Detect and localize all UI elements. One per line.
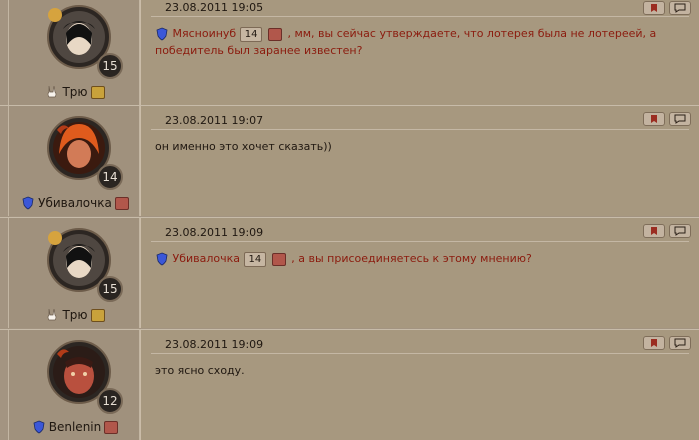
magnifier-icon[interactable] — [267, 27, 282, 41]
message-text: это ясно сходу. — [155, 364, 245, 377]
divider — [151, 16, 689, 17]
avatar[interactable]: 15 — [47, 228, 123, 302]
bookmark-icon — [651, 339, 657, 347]
author-name[interactable]: Убивалочка — [38, 196, 112, 210]
avatar[interactable]: 14 — [47, 116, 123, 190]
message-panel: 23.08.2011 19:09 Убивалочка 14 , а вы пр… — [140, 218, 699, 328]
author-name[interactable]: Benlenin — [49, 420, 101, 434]
author-line: Benlenin — [9, 419, 141, 435]
mentioned-user[interactable]: Убивалочка — [173, 252, 241, 265]
author-name[interactable]: Трю — [62, 308, 87, 322]
post-date: 23.08.2011 19:07 — [165, 114, 264, 127]
rabbit-icon — [45, 308, 59, 322]
post-actions — [643, 1, 691, 15]
bookmark-button[interactable] — [643, 112, 665, 126]
bookmark-icon — [651, 115, 657, 123]
message-panel: 23.08.2011 19:05 Мясноинуб 14 , мм, вы с… — [140, 0, 699, 105]
speech-bubble-icon — [674, 226, 686, 236]
mention-level: 14 — [243, 251, 267, 267]
reply-button[interactable] — [669, 336, 691, 350]
post-date: 23.08.2011 19:05 — [165, 1, 264, 14]
magnifier-icon[interactable] — [271, 252, 286, 266]
divider — [151, 353, 689, 354]
level-badge: 14 — [97, 164, 123, 190]
message-line: , мм, вы сейчас утверждаете, что лотерея… — [287, 27, 657, 40]
author-line: Трю — [9, 84, 141, 100]
mention-level: 14 — [239, 26, 263, 42]
speech-bubble-icon — [674, 3, 686, 13]
level-badge: 15 — [97, 53, 123, 79]
bookmark-button[interactable] — [643, 1, 665, 15]
post-actions — [643, 112, 691, 126]
message-text: он именно это хочет сказать)) — [155, 140, 332, 153]
message-line: , а вы присоединяетесь к этому мнению? — [291, 252, 532, 265]
reply-button[interactable] — [669, 112, 691, 126]
message-text: Убивалочка 14 , а вы присоединяетесь к э… — [155, 250, 687, 267]
speech-bubble-icon — [674, 338, 686, 348]
magnifier-icon[interactable] — [90, 85, 105, 99]
author-line: Убивалочка — [9, 195, 141, 211]
avatar[interactable]: 15 — [47, 5, 123, 79]
shield-icon — [155, 252, 169, 266]
rabbit-icon — [45, 85, 59, 99]
shield-icon — [32, 420, 46, 434]
author-name[interactable]: Трю — [62, 85, 87, 99]
bookmark-icon — [651, 227, 657, 235]
bookmark-button[interactable] — [643, 224, 665, 238]
bookmark-icon — [651, 4, 657, 12]
message-panel: 23.08.2011 19:07 он именно это хочет ска… — [140, 106, 699, 216]
author-panel: 12 Benlenin — [8, 330, 140, 440]
author-panel: 14 Убивалочка — [8, 106, 140, 216]
magnifier-icon[interactable] — [90, 308, 105, 322]
message-text: Мясноинуб 14 , мм, вы сейчас утверждаете… — [155, 25, 687, 59]
speech-bubble-icon — [674, 114, 686, 124]
author-line: Трю — [9, 307, 141, 323]
bookmark-button[interactable] — [643, 336, 665, 350]
avatar[interactable]: 12 — [47, 340, 123, 414]
magnifier-icon[interactable] — [114, 196, 129, 210]
post-actions — [643, 224, 691, 238]
reply-button[interactable] — [669, 224, 691, 238]
divider — [151, 129, 689, 130]
divider — [151, 241, 689, 242]
post: 12 Benlenin 23.08.2011 19:09 это ясно сх… — [0, 329, 699, 440]
message-line: победитель был заранее известен? — [155, 44, 363, 57]
mentioned-user[interactable]: Мясноинуб — [173, 27, 237, 40]
post: 14 Убивалочка 23.08.2011 19:07 он именно… — [0, 105, 699, 216]
magnifier-icon[interactable] — [104, 420, 119, 434]
author-panel: 15 Трю — [8, 0, 140, 105]
message-panel: 23.08.2011 19:09 это ясно сходу. — [140, 330, 699, 440]
shield-icon — [21, 196, 35, 210]
post: 15 Трю 23.08.2011 19:09 Убивалочка 14 , … — [0, 217, 699, 328]
reply-button[interactable] — [669, 1, 691, 15]
shield-icon — [155, 27, 169, 41]
post-actions — [643, 336, 691, 350]
post-date: 23.08.2011 19:09 — [165, 226, 264, 239]
level-badge: 12 — [97, 388, 123, 414]
post-date: 23.08.2011 19:09 — [165, 338, 264, 351]
author-panel: 15 Трю — [8, 218, 140, 328]
post: 15 Трю 23.08.2011 19:05 Мясноинуб 14 , м… — [0, 0, 699, 105]
level-badge: 15 — [97, 276, 123, 302]
